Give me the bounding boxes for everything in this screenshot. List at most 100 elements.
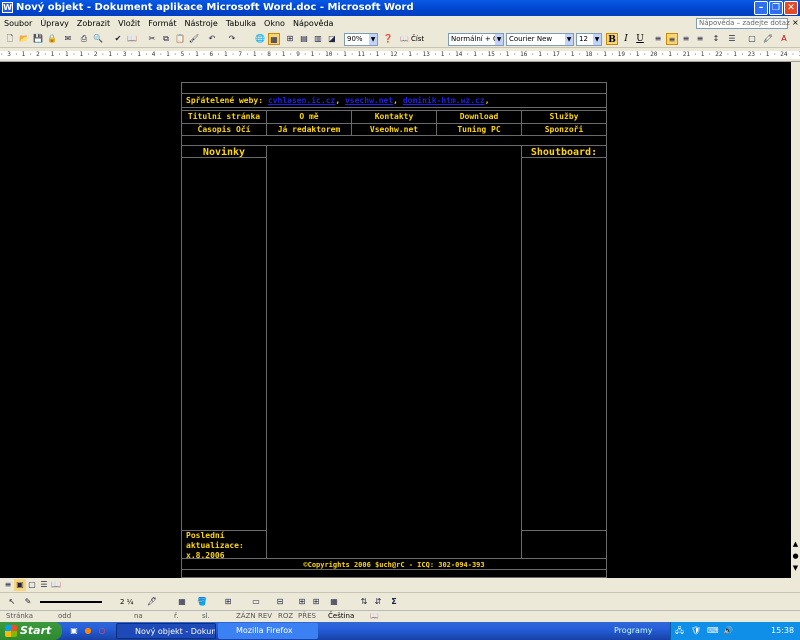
status-revisions[interactable]: REV [258,611,272,622]
network-icon[interactable]: 🖧 [675,622,684,640]
distribute-rows-icon[interactable]: ⊞ [296,596,308,608]
show-desktop-icon[interactable]: ▣ [68,625,80,637]
numbering-icon[interactable]: ☰ [726,33,738,45]
distribute-columns-icon[interactable]: ⊞ [310,596,322,608]
horizontal-ruler[interactable]: · 3 · 1 · 2 · 1 · 1 · 1 · 2 · 1 · 3 · 1 … [0,48,800,62]
web-layout-icon[interactable]: ▣ [14,579,26,591]
open-folder-icon[interactable]: 📂 [18,33,30,45]
insert-excel-icon[interactable]: ▤ [298,33,310,45]
task-word[interactable]: Nový objekt - Dokum... [116,623,216,639]
new-document-icon[interactable]: 🗋 [4,33,16,45]
line-style-preview[interactable] [40,601,102,603]
font-color-icon[interactable]: A [778,33,790,45]
permission-icon[interactable]: 🔒 [46,33,58,45]
autosum-icon[interactable]: Σ [388,596,400,608]
font-select[interactable]: Courier New ▼ [506,33,574,46]
pen-color-icon[interactable]: 🖊 [146,596,158,608]
align-cell-icon[interactable]: ⊟ [274,596,286,608]
menu-tabulka[interactable]: Tabulka [222,16,260,31]
status-overtype[interactable]: PŘES [298,611,316,622]
nav-casopis-oci[interactable]: Časopis Očí [182,125,266,135]
nav-titulni-stranka[interactable]: Titulní stránka [182,112,266,122]
menu-zobrazit[interactable]: Zobrazit [73,16,114,31]
menu-nastroje[interactable]: Nástroje [180,16,221,31]
align-left-icon[interactable]: ≡ [652,33,664,45]
sort-ascending-icon[interactable]: ⇅ [358,596,370,608]
font-size-select[interactable]: 12 ▼ [576,33,602,46]
email-icon[interactable]: ✉ [62,33,74,45]
document-area[interactable]: Spřátelené weby: cvhlasen.ic.cz, vsechw.… [0,62,790,578]
nav-ja-redaktorem[interactable]: Já redaktorem [267,125,351,135]
align-right-icon[interactable]: ≡ [680,33,692,45]
task-firefox[interactable]: Mozilla Firefox [218,623,318,639]
menu-okno[interactable]: Okno [260,16,289,31]
friend-link[interactable]: vsechw.net [345,96,393,105]
nav-kontakty[interactable]: Kontakty [352,112,436,122]
redo-icon[interactable]: ↷ [226,33,238,45]
sort-descending-icon[interactable]: ⇵ [372,596,384,608]
antivirus-icon[interactable]: 🛡 [691,622,701,640]
table-border-icon[interactable]: ▦ [176,596,188,608]
nav-tuning-pc[interactable]: Tuning PC [437,125,521,135]
status-extend[interactable]: ROZ [278,611,293,622]
columns-icon[interactable]: ▥ [312,33,324,45]
print-layout-icon[interactable]: ▢ [26,579,38,591]
firefox-quicklaunch-icon[interactable]: ● [82,625,94,637]
highlight-icon[interactable]: 🖍 [762,33,774,45]
style-select[interactable]: Normální + Cou ▼ [448,33,504,46]
close-button[interactable]: ✕ [784,1,798,15]
fill-color-icon[interactable]: 🪣 [196,596,208,608]
read-button[interactable]: 📖 Číst [400,33,424,45]
italic-button[interactable]: I [620,33,632,45]
hyperlink-icon[interactable]: 🌐 [254,33,266,45]
line-spacing-icon[interactable]: ↕ [710,33,722,45]
spelling-icon[interactable]: ✔ [112,33,124,45]
vertical-scrollbar[interactable]: ▲ ● ▼ [791,62,800,578]
menu-format[interactable]: Formát [144,16,180,31]
spelling-status-icon[interactable]: 📖 [370,611,379,622]
zoom-select[interactable]: 90% ▼ [344,33,378,46]
menu-upravy[interactable]: Úpravy [36,16,73,31]
research-icon[interactable]: 📖 [126,33,138,45]
align-center-icon[interactable]: ≡ [666,33,678,45]
insert-table-icon[interactable]: ⊞ [284,33,296,45]
merge-cells-icon[interactable]: ▭ [250,596,262,608]
status-language[interactable]: Čeština [328,611,354,622]
underline-button[interactable]: U [634,33,646,45]
help-icon[interactable]: ❓ [382,33,394,45]
undo-icon[interactable]: ↶ [206,33,218,45]
minimize-button[interactable]: – [754,1,768,15]
copy-icon[interactable]: ⧉ [160,33,172,45]
scroll-up-icon[interactable]: ▲ [791,540,800,550]
drawing-icon[interactable]: ◪ [326,33,338,45]
paste-icon[interactable]: 📋 [174,33,186,45]
normal-view-icon[interactable]: ≡ [2,579,14,591]
browse-object-icon[interactable]: ● [791,552,800,562]
nav-o-me[interactable]: O mě [267,112,351,122]
save-icon[interactable]: 💾 [32,33,44,45]
nav-vseohw[interactable]: Vseohw.net [352,125,436,135]
line-width-value[interactable]: 2 ¼ [120,596,133,608]
print-icon[interactable]: ⎙ [78,33,90,45]
opera-quicklaunch-icon[interactable]: ○ [96,625,108,637]
help-search-input[interactable]: Nápověda – zadejte dotaz [696,18,790,29]
cut-icon[interactable]: ✂ [146,33,158,45]
autoformat-icon[interactable]: ▦ [328,596,340,608]
draw-select-icon[interactable]: ↖ [6,596,18,608]
word-app-icon[interactable]: W [2,2,13,13]
nav-download[interactable]: Download [437,112,521,122]
volume-icon[interactable]: 🔊 [723,622,733,640]
nav-sluzby[interactable]: Služby [522,112,606,122]
menu-vlozit[interactable]: Vložit [114,16,144,31]
reading-layout-icon[interactable]: 📖 [50,579,62,591]
insert-table-icon[interactable]: ⊞ [222,596,234,608]
maximize-button[interactable]: ❐ [769,1,783,15]
nav-sponzori[interactable]: Sponzoři [522,125,606,135]
friend-link[interactable]: dominik-htm.wz.cz [403,96,485,105]
bold-button[interactable]: B [606,33,618,45]
scroll-down-icon[interactable]: ▼ [791,564,800,574]
draw-edit-icon[interactable]: ✎ [22,596,34,608]
tables-borders-icon[interactable]: ▦ [268,33,280,45]
menu-napoveda[interactable]: Nápověda [289,16,338,31]
start-button[interactable]: Start [0,622,62,640]
